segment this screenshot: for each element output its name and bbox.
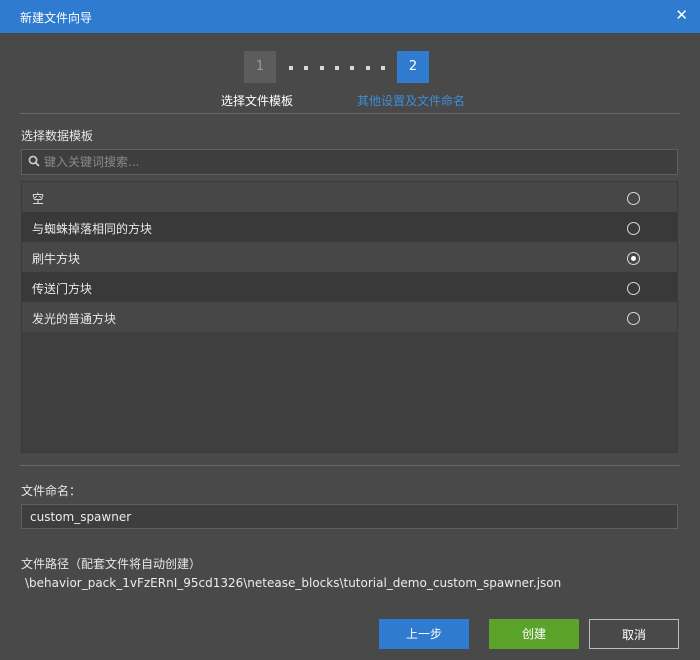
step-2-indicator: 2 [397, 51, 429, 83]
template-item[interactable]: 空 [22, 182, 677, 212]
radio-button[interactable] [627, 282, 640, 295]
window-title: 新建文件向导 [20, 11, 93, 25]
file-name-input[interactable] [30, 505, 660, 528]
file-path-value: \behavior_pack_1vFzERnI_95cd1326\netease… [25, 576, 562, 590]
search-icon [28, 155, 40, 167]
template-item-label: 与蜘蛛掉落相同的方块 [32, 222, 153, 236]
radio-button[interactable] [627, 312, 640, 325]
step-1-label: 选择文件模板 [221, 94, 294, 108]
template-search-input[interactable] [44, 150, 664, 174]
title-bar: 新建文件向导 ✕ [0, 0, 700, 33]
create-button[interactable]: 创建 [489, 619, 579, 649]
template-search-box[interactable] [21, 149, 678, 175]
radio-button[interactable] [627, 222, 640, 235]
previous-step-button[interactable]: 上一步 [379, 619, 469, 649]
template-item-label: 空 [32, 192, 45, 206]
step-1-indicator: 1 [244, 51, 276, 83]
radio-button-selected[interactable] [627, 252, 640, 265]
close-icon[interactable]: ✕ [675, 6, 688, 24]
template-section-heading: 选择数据模板 [21, 129, 94, 143]
template-item[interactable]: 发光的普通方块 [22, 302, 677, 332]
divider [20, 465, 680, 466]
radio-button[interactable] [627, 192, 640, 205]
cancel-button[interactable]: 取消 [589, 619, 679, 649]
template-item[interactable]: 与蜘蛛掉落相同的方块 [22, 212, 677, 242]
template-list: 空 与蜘蛛掉落相同的方块 刷牛方块 传送门方块 发光的普通方块 [21, 181, 678, 453]
template-item[interactable]: 刷牛方块 [22, 242, 677, 272]
step-2-label: 其他设置及文件命名 [357, 94, 466, 108]
file-path-label: 文件路径（配套文件将自动创建） [21, 557, 202, 571]
template-item[interactable]: 传送门方块 [22, 272, 677, 302]
file-name-field[interactable] [21, 504, 678, 529]
template-item-label: 刷牛方块 [32, 252, 81, 266]
template-item-label: 发光的普通方块 [32, 312, 117, 326]
file-name-label: 文件命名： [21, 484, 82, 498]
step-progress-dots [289, 66, 385, 70]
divider [20, 113, 680, 114]
template-item-label: 传送门方块 [32, 282, 93, 296]
